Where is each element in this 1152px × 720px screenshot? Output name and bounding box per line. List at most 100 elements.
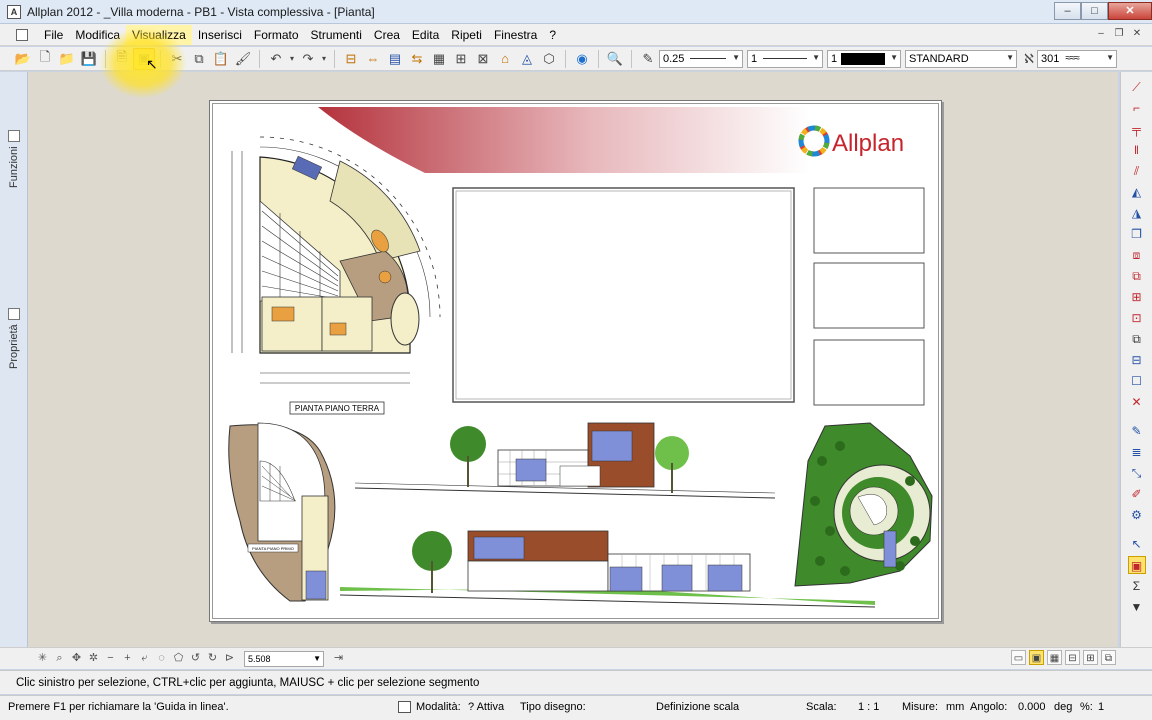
- format-icon[interactable]: ⤡: [1128, 464, 1146, 482]
- close-button[interactable]: ✕: [1108, 2, 1152, 20]
- menu-file[interactable]: File: [38, 25, 69, 45]
- delete-icon[interactable]: ✕: [1128, 393, 1146, 411]
- settings-icon[interactable]: ⚙: [1128, 506, 1146, 524]
- view-mode-6-icon[interactable]: ⧉: [1101, 650, 1116, 665]
- zoom-icon[interactable]: ⌕: [51, 650, 68, 667]
- doc-minimize-icon[interactable]: –: [1094, 27, 1108, 41]
- hatch-icon[interactable]: ℵ: [1021, 48, 1037, 70]
- view-mode-3-icon[interactable]: ▦: [1047, 650, 1062, 665]
- terrain-icon[interactable]: ◬: [516, 48, 538, 70]
- menu-finestra[interactable]: Finestra: [488, 25, 543, 45]
- move-icon[interactable]: ⊞: [1128, 288, 1146, 306]
- rotate-icon[interactable]: ⊡: [1128, 309, 1146, 327]
- parallel-icon[interactable]: ╤: [1128, 120, 1146, 138]
- doc-close-icon[interactable]: ✕: [1130, 27, 1144, 41]
- line-type-select[interactable]: 1 ▼: [747, 49, 823, 68]
- mirror-icon[interactable]: ◭: [1128, 183, 1146, 201]
- tab-proprieta[interactable]: Proprietà: [4, 308, 24, 378]
- paste-icon[interactable]: 📋: [210, 48, 232, 70]
- box-view-icon[interactable]: ⬠: [170, 650, 187, 667]
- pick-format-icon[interactable]: ✎: [1128, 422, 1146, 440]
- cube-icon[interactable]: ⬡: [538, 48, 560, 70]
- copy-element-icon[interactable]: ❐: [1128, 225, 1146, 243]
- globe-icon[interactable]: ◉: [571, 48, 593, 70]
- dimension-line-icon[interactable]: ⊟: [340, 48, 362, 70]
- percent-value[interactable]: 1: [1098, 701, 1104, 713]
- view-mode-5-icon[interactable]: ⊞: [1083, 650, 1098, 665]
- wizard-icon[interactable]: ⇆: [406, 48, 428, 70]
- open-project-icon[interactable]: 📂: [12, 48, 34, 70]
- menu-formato[interactable]: Formato: [248, 25, 305, 45]
- menu-inserisci[interactable]: Inserisci: [192, 25, 248, 45]
- mirror-copy-icon[interactable]: ◮: [1128, 204, 1146, 222]
- zoom-scale-field[interactable]: 5.508 ▼: [244, 650, 324, 667]
- hatch-select[interactable]: 301 ≈≈≈ ▼: [1037, 49, 1117, 68]
- offset-icon[interactable]: ‖: [1128, 141, 1146, 159]
- regen-icon[interactable]: ✲: [85, 650, 102, 667]
- redo-dropdown-icon[interactable]: ▾: [319, 48, 329, 70]
- filter-icon[interactable]: ▼: [1128, 598, 1146, 616]
- line-icon[interactable]: ⟋: [1128, 78, 1146, 96]
- eraser-icon[interactable]: ◌: [153, 650, 170, 667]
- redo-view-icon[interactable]: ↻: [204, 650, 221, 667]
- previous-view-icon[interactable]: ⤶: [136, 650, 153, 667]
- mode-value[interactable]: ? Attiva: [468, 701, 504, 713]
- menu-help[interactable]: ?: [543, 25, 562, 45]
- layer-edit-icon[interactable]: ≣: [1128, 443, 1146, 461]
- text-icon[interactable]: ▤: [384, 48, 406, 70]
- modify-icon[interactable]: ⧉: [1128, 267, 1146, 285]
- dimension-icon[interactable]: ⇔: [362, 48, 384, 70]
- zoom-in-icon[interactable]: +: [119, 650, 136, 667]
- menu-visualizza[interactable]: Visualizza: [126, 24, 192, 45]
- save-icon[interactable]: 💾: [78, 48, 100, 70]
- stretch-icon[interactable]: ⧈: [1128, 246, 1146, 264]
- drawing-workspace[interactable]: Allplan PIANTA PIANO TERRA PIANTA PIANO …: [28, 72, 1118, 647]
- angle-unit[interactable]: deg: [1054, 701, 1072, 713]
- snowflake-icon[interactable]: ✳: [34, 650, 51, 667]
- view-mode-4-icon[interactable]: ⊟: [1065, 650, 1080, 665]
- drawing-sheet[interactable]: Allplan PIANTA PIANO TERRA PIANTA PIANO …: [209, 100, 942, 622]
- find-icon[interactable]: 🔍: [604, 48, 626, 70]
- allplan-app-icon[interactable]: A: [7, 4, 21, 19]
- pin-icon[interactable]: ⇥: [330, 650, 347, 667]
- view-mode-2-icon[interactable]: ▣: [1029, 650, 1044, 665]
- zoom-out-icon[interactable]: −: [102, 650, 119, 667]
- edit-properties-icon[interactable]: ✐: [1128, 485, 1146, 503]
- doc-restore-icon[interactable]: ❐: [1112, 27, 1126, 41]
- menu-strumenti[interactable]: Strumenti: [305, 25, 368, 45]
- box-icon[interactable]: ☐: [1128, 372, 1146, 390]
- pan-icon[interactable]: ✥: [68, 650, 85, 667]
- layer-select[interactable]: STANDARD ▼: [905, 49, 1017, 68]
- filter-selection-icon[interactable]: ▣: [1127, 556, 1146, 574]
- cut-icon[interactable]: ✂: [166, 48, 188, 70]
- view-mode-1-icon[interactable]: ▭: [1011, 650, 1026, 665]
- trim-icon[interactable]: ⫽: [1128, 162, 1146, 180]
- units-value[interactable]: mm: [946, 701, 964, 713]
- format-painter-icon[interactable]: 🖌: [232, 48, 254, 70]
- eyedropper-icon[interactable]: ✎: [637, 48, 659, 70]
- document-icon[interactable]: [16, 28, 28, 41]
- color-select[interactable]: 1 ▼: [827, 49, 901, 68]
- building-icon[interactable]: ⌂: [494, 48, 516, 70]
- polyline-icon[interactable]: ⌐: [1128, 99, 1146, 117]
- object-manager-icon[interactable]: ▦: [428, 48, 450, 70]
- menu-edita[interactable]: Edita: [406, 25, 445, 45]
- menu-ripeti[interactable]: Ripeti: [445, 25, 488, 45]
- area-icon[interactable]: ⊠: [472, 48, 494, 70]
- new-file-icon[interactable]: 🗋: [34, 48, 56, 70]
- group-icon[interactable]: ⧉: [1128, 330, 1146, 348]
- undo-dropdown-icon[interactable]: ▾: [287, 48, 297, 70]
- scale-definition[interactable]: Definizione scala: [656, 701, 739, 713]
- minimize-button[interactable]: –: [1054, 2, 1081, 20]
- label-icon[interactable]: ⊞: [450, 48, 472, 70]
- angle-value[interactable]: 0.000: [1018, 701, 1046, 713]
- sum-icon[interactable]: Σ: [1128, 577, 1146, 595]
- redo-icon[interactable]: ↷: [297, 48, 319, 70]
- tab-funzioni[interactable]: Funzioni: [4, 130, 24, 200]
- transform-icon[interactable]: ⊟: [1128, 351, 1146, 369]
- pen-thickness-select[interactable]: 0.25 ▼: [659, 49, 743, 68]
- copy-icon[interactable]: ⧉: [188, 48, 210, 70]
- scale-value[interactable]: 1 : 1: [858, 701, 879, 713]
- menu-modifica[interactable]: Modifica: [69, 25, 126, 45]
- undo-icon[interactable]: ↶: [265, 48, 287, 70]
